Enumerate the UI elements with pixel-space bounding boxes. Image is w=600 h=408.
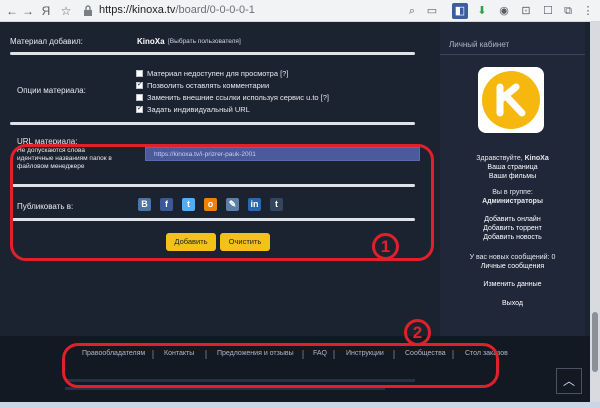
add-online-link[interactable]: Добавить онлайн [440,216,585,223]
checkbox[interactable] [136,80,143,89]
my-page-link[interactable]: Ваша страница [440,164,585,171]
forward-icon[interactable]: → [20,3,36,19]
divider [302,350,304,359]
search-icon[interactable]: ⌕ [404,3,420,19]
divider [10,122,415,125]
divider [10,184,415,187]
username: KinoXa [524,155,549,162]
option-unavailable[interactable]: Материал недоступен для просмотра [?] [136,69,288,78]
scrollbar-thumb[interactable] [592,312,598,372]
footer-link-communities[interactable]: Сообщества [405,350,446,357]
download-icon[interactable]: ⬇ [474,3,490,19]
browser-toolbar: ← → Я ☆ https://kinoxa.tv/board/0-0-0-0-… [0,0,600,22]
footer: Правообладателям Контакты Предложения и … [0,336,600,402]
added-by-label: Материал добавил: [10,37,83,46]
menu-icon[interactable]: ⋮ [580,3,596,19]
scroll-to-top-button[interactable]: ︿ [556,368,582,394]
bookmark-icon[interactable]: ☐ [540,3,556,19]
personal-messages-link[interactable]: Личные сообщения [440,263,585,270]
add-button[interactable]: Добавить [166,233,216,251]
sidebar-title: Личный кабинет [449,40,510,49]
vk-icon[interactable]: B [138,198,151,211]
logout-link[interactable]: Выход [440,300,585,307]
new-messages-count: У вас новых сообщений: 0 [469,254,556,261]
facebook-icon[interactable]: f [160,198,173,211]
group-name: Администраторы [482,198,543,205]
divider [205,350,207,359]
tabs-icon[interactable]: ⧉ [560,3,576,19]
lock-icon [84,5,92,16]
kinoxa-logo-icon [482,71,540,129]
footer-link-rights[interactable]: Правообладателям [82,350,145,357]
footer-link-faq[interactable]: FAQ [313,350,327,357]
taskbar-strip [0,402,600,408]
divider [10,218,415,221]
footer-link-contacts[interactable]: Контакты [164,350,194,357]
url-hint: файловом менеджере [17,163,85,170]
odnoklassniki-icon[interactable]: o [204,198,217,211]
option-label: Заменить внешние ссылки используя сервис… [147,93,329,102]
faint-footer-text [65,379,415,382]
divider [333,350,335,359]
greeting-prefix: Здравствуйте, [476,155,523,162]
add-news-link[interactable]: Добавить новость [440,234,585,241]
option-label: Позволить оставлять комментарии [147,81,270,90]
reader-icon[interactable]: ▭ [424,3,440,19]
checkbox[interactable] [136,104,143,113]
publish-label: Публиковать в: [17,202,74,211]
annotation-number-2: 2 [404,319,431,346]
footer-link-feedback[interactable]: Предложения и отзывы [217,350,294,357]
back-icon[interactable]: ← [4,3,20,19]
added-by-value: KinoXa [137,37,165,46]
add-torrent-link[interactable]: Добавить торрент [440,225,585,232]
faint-footer-text [65,387,385,390]
footer-link-orders[interactable]: Стол заказов [465,350,508,357]
account-sidebar: Личный кабинет Здравствуйте, KinoXa Ваша… [440,22,585,336]
url-input[interactable]: https://kinoxa.tv/i-prizrer-pauk-2001 [145,147,420,161]
url-path: /board/0-0-0-0-1 [175,4,255,16]
star-icon[interactable]: ☆ [58,3,74,19]
edit-data-link[interactable]: Изменить данные [440,281,585,288]
my-films-link[interactable]: Ваши фильмы [440,173,585,180]
footer-link-instructions[interactable]: Инструкции [346,350,384,357]
mask-icon[interactable]: ◉ [496,3,512,19]
options-label: Опции материала: [17,86,86,95]
divider [393,350,395,359]
tumblr-icon[interactable]: t [270,198,283,211]
annotation-number-1: 1 [372,233,399,260]
checkbox[interactable] [136,70,143,77]
checkbox[interactable] [136,94,143,101]
extension-icon[interactable]: ◧ [452,3,468,19]
option-comments[interactable]: Позволить оставлять комментарии [136,80,270,90]
option-replace-links[interactable]: Заменить внешние ссылки используя сервис… [136,93,329,102]
yandex-icon[interactable]: Я [38,3,54,19]
divider [10,52,415,55]
divider [440,54,585,55]
divider [452,350,454,359]
choose-user-link[interactable]: [Выбрать пользователя] [168,38,241,45]
greeting: Здравствуйте, KinoXa [440,155,585,162]
address-bar[interactable]: https://kinoxa.tv/board/0-0-0-0-1 [99,4,255,16]
group-label: Вы в группе: [492,189,533,196]
scrollbar[interactable] [590,22,600,402]
url-domain: https://kinoxa.tv [99,4,176,16]
material-form: Материал добавил: KinoXa [Выбрать пользо… [8,22,428,336]
clear-button[interactable]: Очистить [220,233,270,251]
twitter-icon[interactable]: t [182,198,195,211]
url-hint: идентичные названиям папок в [17,155,112,162]
url-label: URL материала: [17,137,78,146]
divider [152,350,154,359]
option-label: Материал недоступен для просмотра [?] [147,69,289,78]
avatar [478,67,544,133]
url-hint: Не допускаются слова [17,147,86,154]
linkedin-icon[interactable]: in [248,198,261,211]
livejournal-icon[interactable]: ✎ [226,198,239,211]
translate-icon[interactable]: ⊡ [518,3,534,19]
option-label: Задать индивидуальный URL [147,105,250,114]
option-custom-url[interactable]: Задать индивидуальный URL [136,104,250,114]
